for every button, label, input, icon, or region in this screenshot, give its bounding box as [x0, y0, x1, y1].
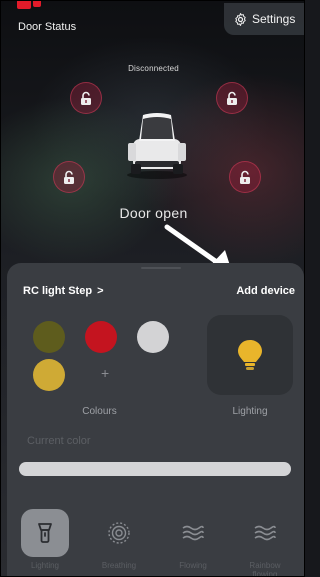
settings-label: Settings — [252, 12, 296, 26]
mode-label: Flowing — [179, 561, 207, 570]
unlock-icon — [240, 170, 250, 184]
lighting-toggle-button[interactable] — [207, 315, 293, 395]
unlock-icon — [64, 170, 74, 184]
colour-swatch[interactable] — [85, 321, 117, 353]
mode-rainbow-flowing-tab[interactable]: Rainbow flowing — [236, 509, 294, 577]
rc-light-label: RC light Step — [23, 285, 93, 297]
lock-rear-right-button[interactable] — [229, 161, 261, 193]
flashlight-icon — [38, 523, 52, 543]
car-image — [127, 113, 187, 179]
current-color-label: Current color — [27, 435, 91, 447]
mode-label: Breathing — [101, 561, 137, 570]
colours-label: Colours — [82, 406, 117, 417]
colour-swatch[interactable] — [33, 359, 65, 391]
add-colour-button[interactable]: + — [101, 365, 109, 381]
settings-button[interactable]: Settings — [224, 3, 304, 35]
light-bulb-icon — [238, 340, 262, 370]
chevron-right-icon: > — [97, 285, 104, 297]
mode-label: Lighting — [30, 561, 60, 570]
lighting-label: Lighting — [232, 406, 268, 417]
colour-swatch[interactable] — [137, 321, 169, 353]
lock-front-right-button[interactable] — [216, 82, 248, 114]
mode-tile — [21, 509, 69, 557]
app-screen: Door Status Settings Disconnected Door o… — [0, 0, 305, 577]
unlock-icon — [227, 91, 237, 105]
mode-breathing-tab[interactable]: Breathing — [90, 509, 148, 570]
door-status-text: Door open — [119, 205, 188, 221]
sheet-handle[interactable] — [141, 267, 181, 269]
connection-status: Disconnected — [128, 64, 179, 73]
add-device-button[interactable]: Add device — [236, 285, 295, 297]
mode-label: Rainbow flowing — [249, 561, 281, 577]
mode-lighting-tab[interactable]: Lighting — [16, 509, 74, 570]
mode-flowing-tab[interactable]: Flowing — [164, 509, 222, 570]
lock-rear-left-button[interactable] — [53, 161, 85, 193]
mode-tile — [95, 509, 143, 557]
wave-icon — [182, 525, 204, 541]
ripple-icon — [108, 522, 130, 544]
rc-light-selector[interactable]: RC light Step > — [23, 285, 104, 297]
lighting-sheet: RC light Step > Add device + Colours Lig… — [7, 263, 304, 577]
lock-front-left-button[interactable] — [70, 82, 102, 114]
colour-swatch[interactable] — [33, 321, 65, 353]
mode-tile — [241, 509, 289, 557]
mode-tile — [169, 509, 217, 557]
brand-logo — [17, 1, 41, 9]
gear-icon — [235, 12, 246, 26]
page-title: Door Status — [18, 21, 77, 33]
wave-icon — [254, 525, 276, 541]
unlock-icon — [81, 91, 91, 105]
current-color-bar — [19, 462, 291, 476]
